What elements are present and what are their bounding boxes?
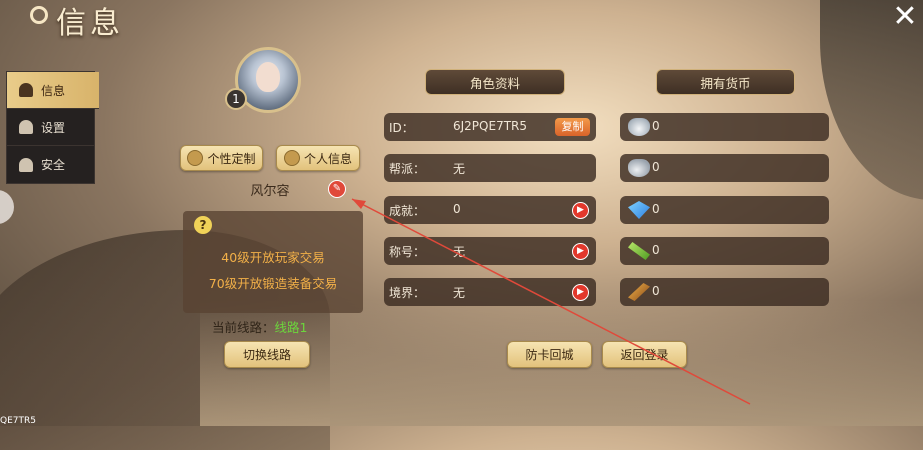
annotation-arrow-line	[351, 198, 751, 405]
annotation-arrow	[351, 198, 751, 405]
annotation-arrow-head	[352, 199, 366, 209]
